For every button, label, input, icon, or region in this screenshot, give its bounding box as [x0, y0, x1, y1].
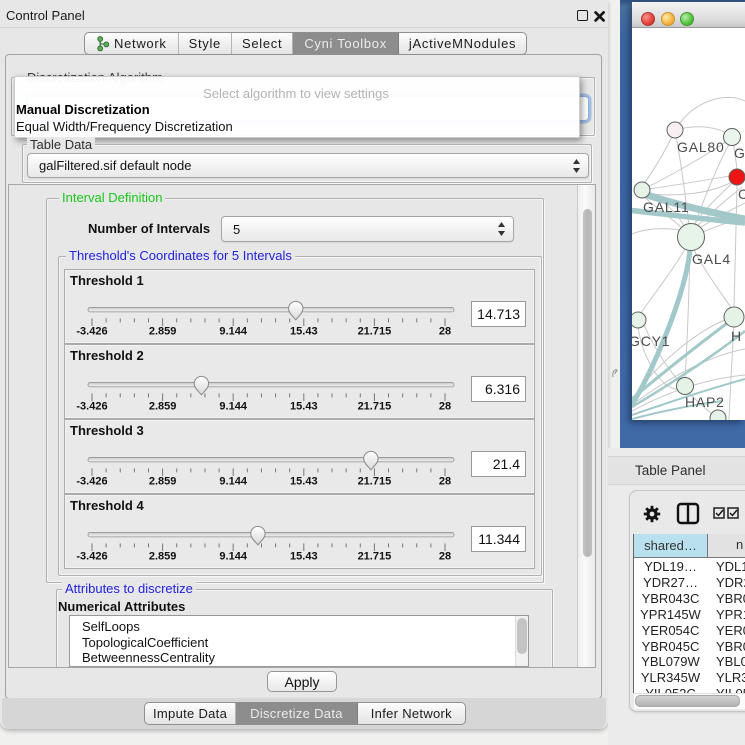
svg-text:15.43: 15.43 [290, 475, 318, 487]
svg-text:15.43: 15.43 [290, 325, 318, 337]
svg-text:2.859: 2.859 [149, 475, 177, 487]
svg-text:28: 28 [439, 400, 451, 412]
svg-text:H: H [731, 328, 742, 344]
svg-text:-3.426: -3.426 [76, 325, 107, 337]
svg-text:9.144: 9.144 [219, 550, 247, 562]
svg-text:GAL11: GAL11 [643, 199, 690, 215]
svg-text:21.715: 21.715 [358, 400, 392, 412]
svg-text:28: 28 [439, 475, 451, 487]
svg-text:GA: GA [734, 145, 745, 161]
svg-text:21.715: 21.715 [358, 475, 392, 487]
svg-text:-3.426: -3.426 [76, 550, 107, 562]
svg-text:GAL80: GAL80 [677, 139, 725, 155]
svg-text:C: C [738, 186, 745, 202]
svg-text:21.715: 21.715 [358, 325, 392, 337]
svg-text:HAP2: HAP2 [685, 394, 725, 410]
svg-text:9.144: 9.144 [219, 475, 247, 487]
svg-text:GAL4: GAL4 [692, 251, 731, 267]
svg-text:2.859: 2.859 [149, 400, 177, 412]
svg-text:2.859: 2.859 [149, 325, 177, 337]
svg-text:15.43: 15.43 [290, 400, 318, 412]
svg-text:GCY1: GCY1 [632, 333, 670, 349]
svg-text:9.144: 9.144 [219, 400, 247, 412]
svg-text:15.43: 15.43 [290, 550, 318, 562]
svg-text:28: 28 [439, 550, 451, 562]
svg-text:21.715: 21.715 [358, 550, 392, 562]
svg-text:-3.426: -3.426 [76, 475, 107, 487]
svg-text:2.859: 2.859 [149, 550, 177, 562]
svg-text:-3.426: -3.426 [76, 400, 107, 412]
svg-text:28: 28 [439, 325, 451, 337]
svg-text:9.144: 9.144 [219, 325, 247, 337]
